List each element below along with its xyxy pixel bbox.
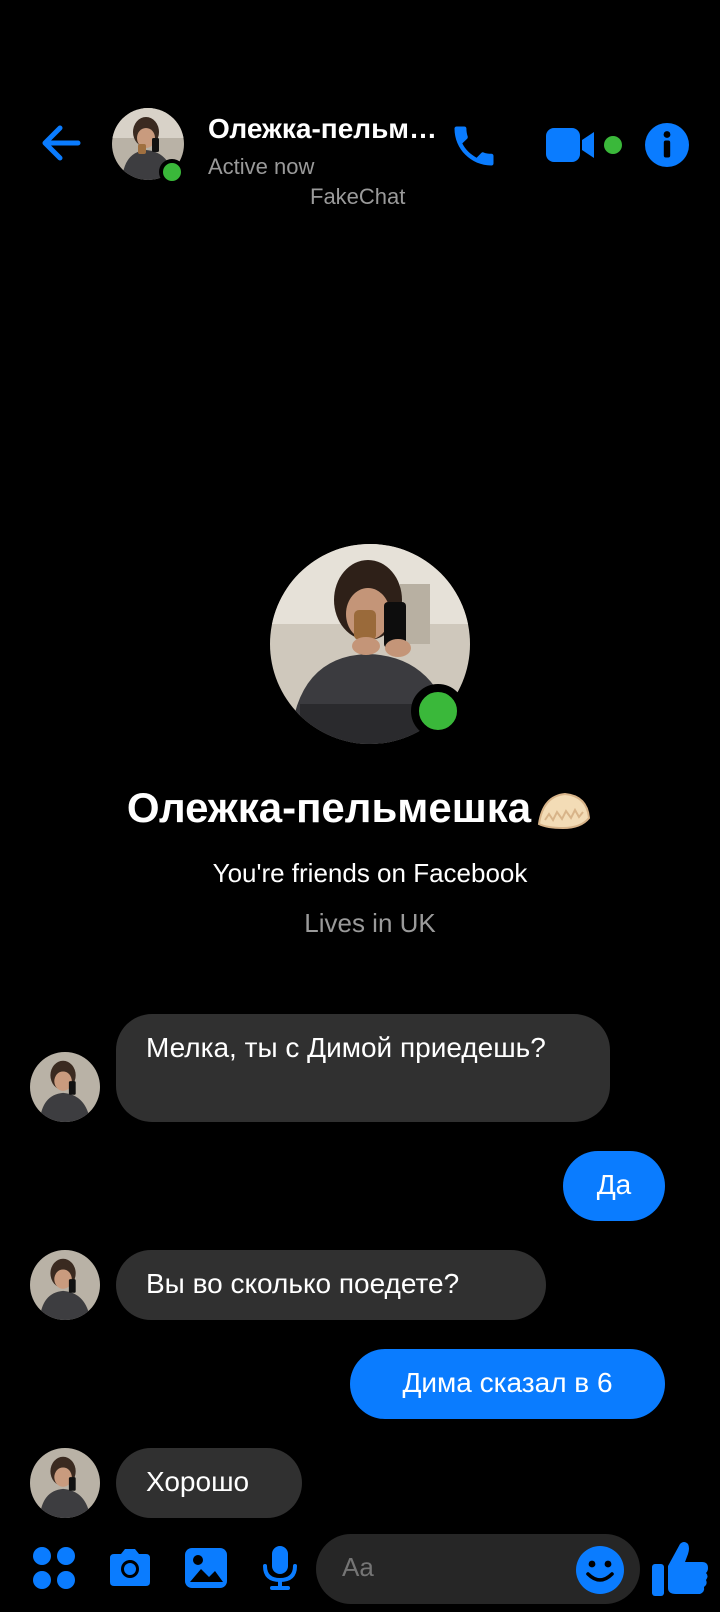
message-bubble-outgoing[interactable]: Дима сказал в 6	[350, 1349, 665, 1419]
app-watermark: FakeChat	[310, 184, 406, 209]
online-status-dot	[159, 159, 185, 185]
message-bubble-incoming[interactable]: Вы во сколько поедете?	[116, 1250, 546, 1320]
sender-avatar[interactable]	[30, 1052, 100, 1122]
microphone-icon[interactable]	[256, 1544, 304, 1592]
profile-name: Олежка-пельмешка	[126, 784, 532, 831]
dumpling-emoji-icon	[535, 790, 593, 832]
sender-avatar[interactable]	[30, 1250, 100, 1320]
message-bubble-incoming[interactable]: Хорошо	[116, 1448, 302, 1518]
thumbs-up-icon[interactable]	[648, 1536, 712, 1600]
contact-name[interactable]: Олежка-пельмешка🥟	[208, 112, 438, 145]
info-icon[interactable]	[644, 122, 690, 168]
message-bubble-outgoing[interactable]: Да	[563, 1151, 665, 1221]
video-online-dot	[604, 136, 622, 154]
friends-status: You're friends on Facebook	[212, 858, 528, 888]
message-bubble-incoming[interactable]: Мелка, ты с Димой приедешь?	[116, 1014, 610, 1122]
camera-icon[interactable]	[106, 1544, 154, 1592]
message-input[interactable]	[342, 1552, 562, 1583]
apps-icon[interactable]	[30, 1544, 78, 1592]
video-camera-icon[interactable]	[544, 124, 600, 166]
gallery-icon[interactable]	[182, 1544, 230, 1592]
active-status: Active now	[208, 154, 315, 179]
online-status-dot-large	[411, 684, 465, 738]
back-arrow-icon[interactable]	[36, 118, 86, 168]
emoji-icon[interactable]	[574, 1544, 626, 1596]
location-text: Lives in UK	[304, 908, 436, 938]
phone-icon[interactable]	[448, 120, 500, 172]
sender-avatar[interactable]	[30, 1448, 100, 1518]
